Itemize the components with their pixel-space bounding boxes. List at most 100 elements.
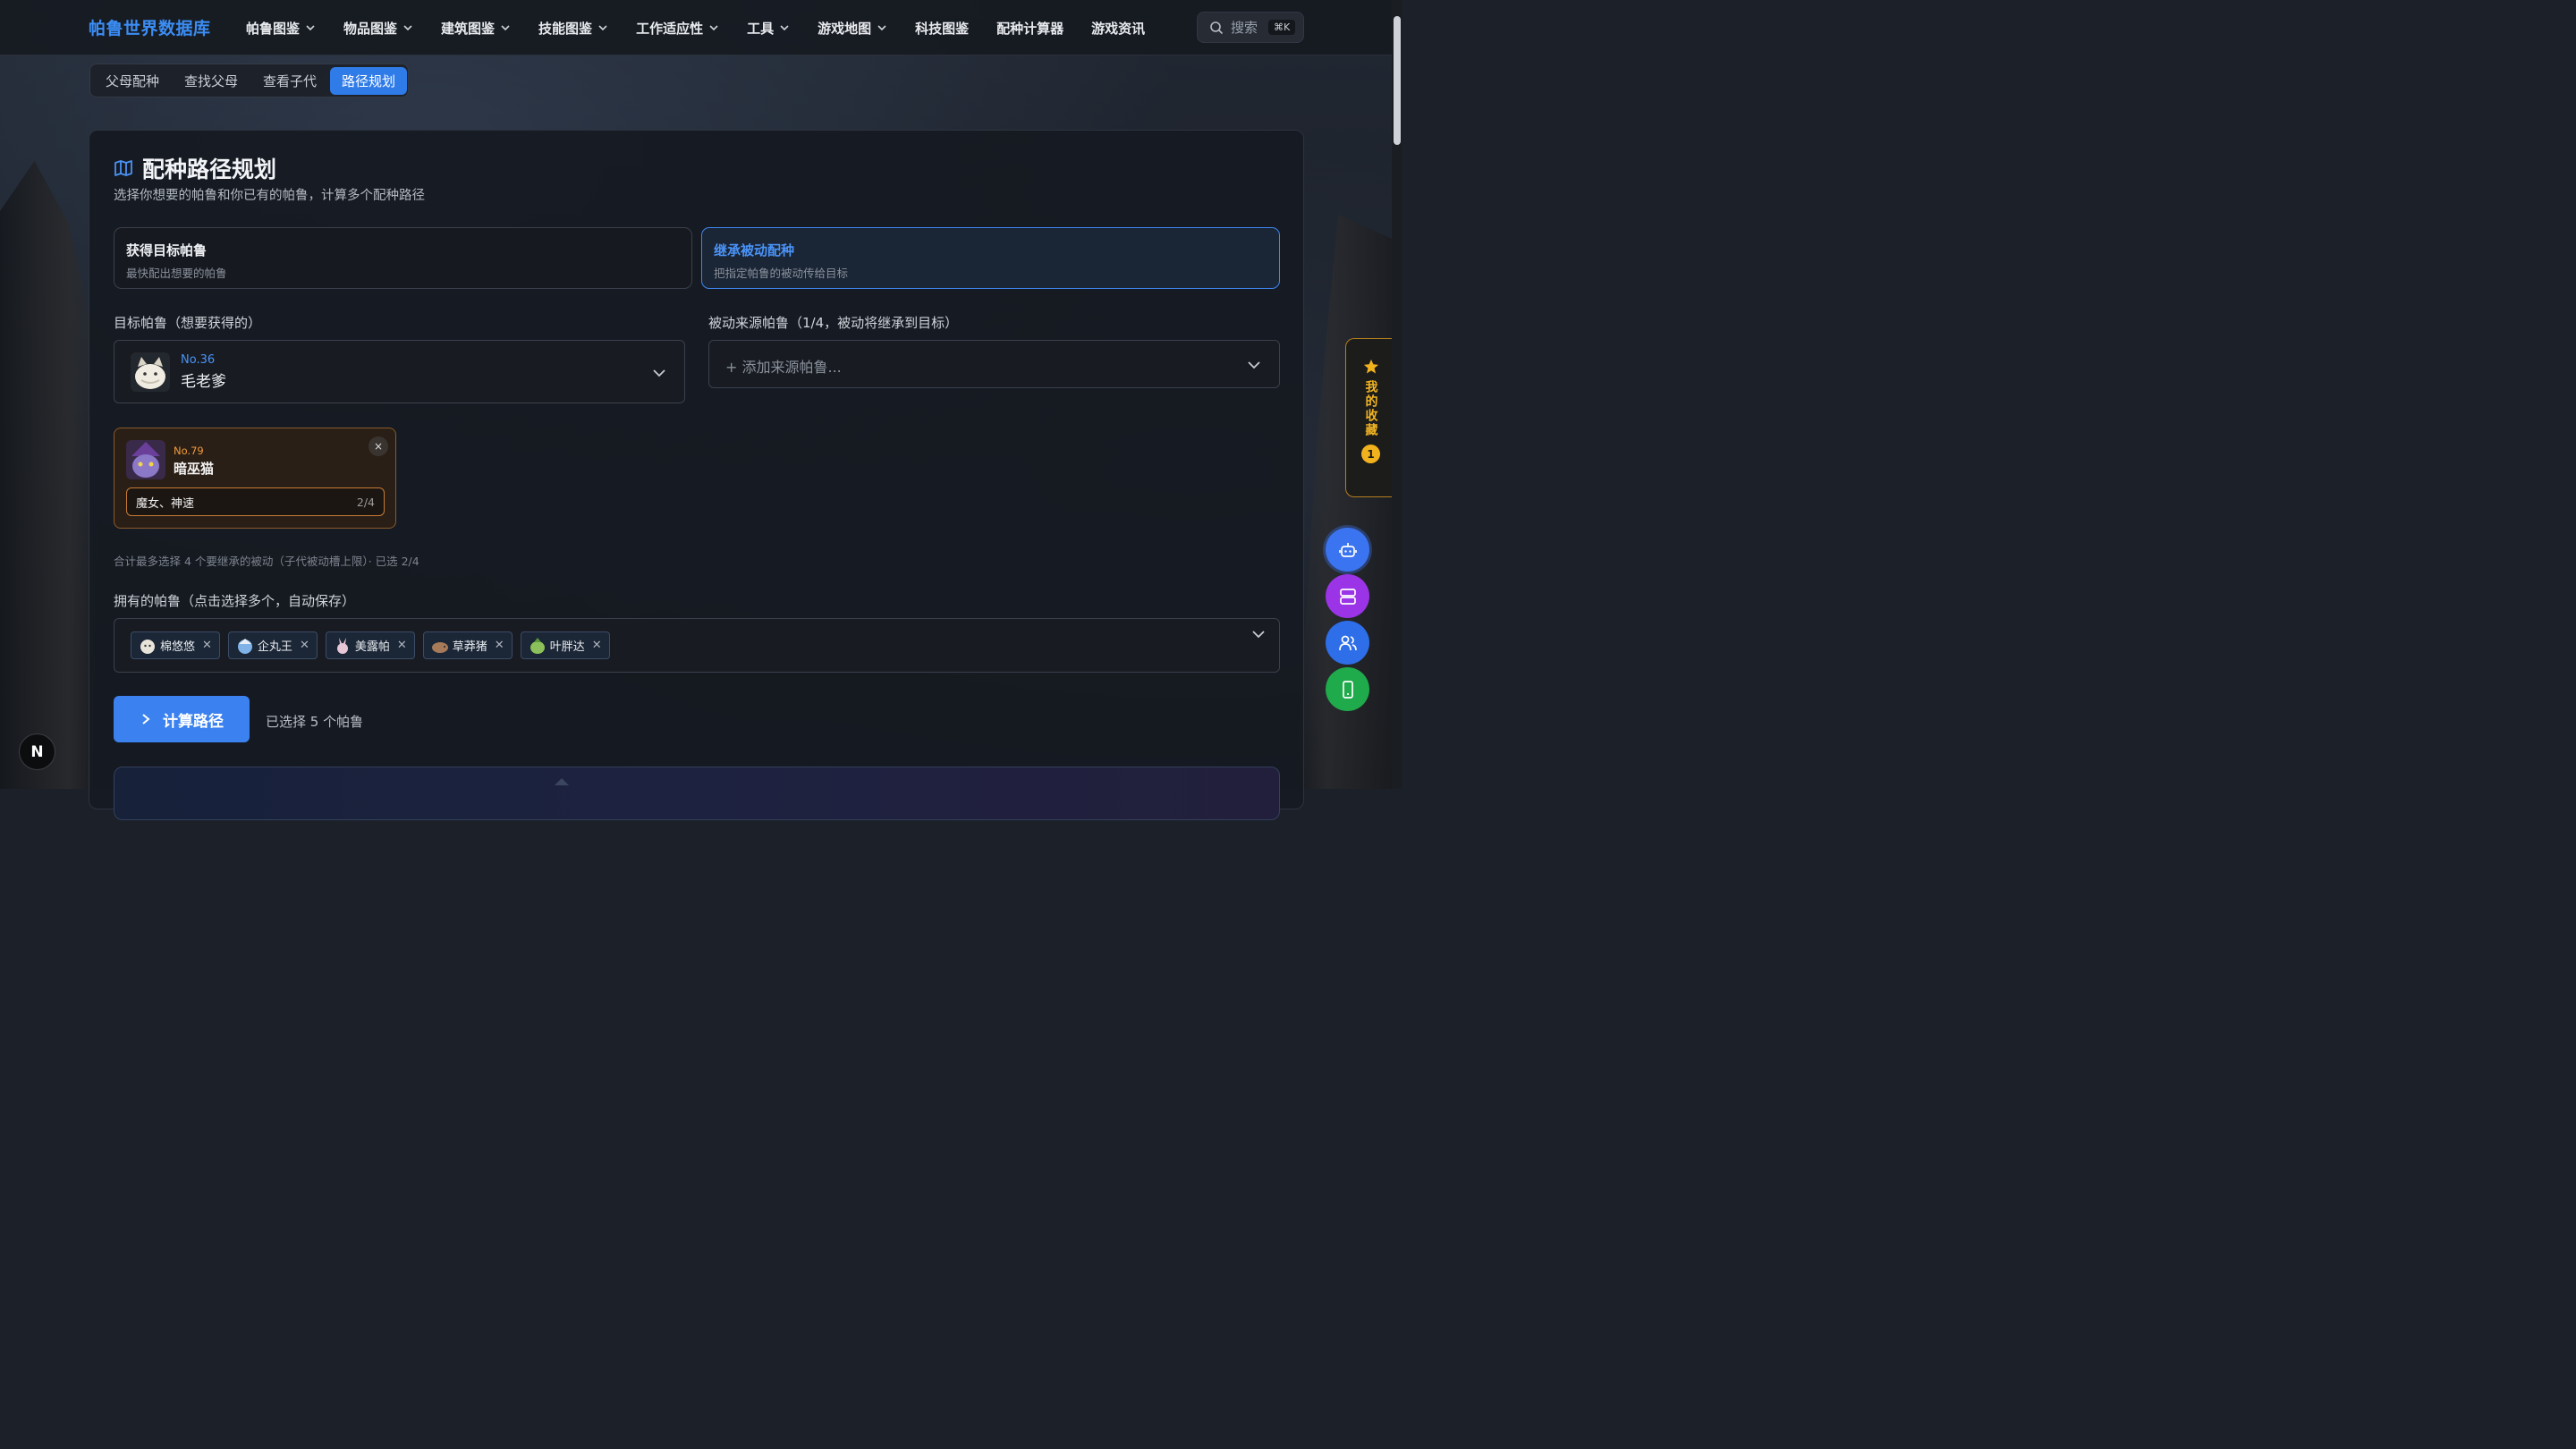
- owned-pal-name: 叶胖达: [549, 640, 585, 654]
- pal-avatar-icon: [140, 639, 155, 654]
- nav-label: 游戏资讯: [1091, 20, 1146, 37]
- owned-pal-chip[interactable]: 美露帕 ✕: [325, 631, 415, 659]
- remove-chip-icon[interactable]: ✕: [592, 639, 602, 652]
- mode-desc: 最快配出想要的帕鲁: [126, 267, 227, 280]
- owned-pal-chip[interactable]: 草莽猪 ✕: [422, 631, 513, 659]
- selected-pal-count: 已选择 5 个帕鲁: [266, 714, 364, 730]
- search-label: 搜索: [1231, 20, 1258, 36]
- map-icon: [114, 160, 132, 176]
- search-shortcut: ⌘K: [1268, 20, 1296, 35]
- nav-label: 物品图鉴: [343, 20, 398, 37]
- source-pal-number: No.79: [174, 445, 204, 457]
- pal-avatar-an-wu-mao: [126, 440, 165, 479]
- remove-chip-icon[interactable]: ✕: [495, 639, 504, 652]
- calculate-path-button[interactable]: 计算路径: [114, 696, 250, 742]
- nav-item-building-dex[interactable]: 建筑图鉴: [441, 19, 511, 38]
- pal-avatar-icon: [530, 637, 545, 654]
- nav-label: 建筑图鉴: [441, 20, 496, 37]
- search-icon: [1210, 21, 1224, 34]
- users-icon: [1338, 635, 1357, 650]
- nav-item-tech-dex[interactable]: 科技图鉴: [915, 19, 969, 38]
- favorites-panel[interactable]: 我的收藏 1: [1345, 338, 1395, 497]
- server-button[interactable]: [1326, 574, 1369, 618]
- ai-assistant-button[interactable]: [1326, 528, 1369, 572]
- source-pal-placeholder: + 添加来源帕鲁...: [725, 359, 842, 376]
- main-nav: 帕鲁图鉴 物品图鉴 建筑图鉴 技能图鉴 工作适应性 工具 游戏地图 科技图鉴 配…: [246, 0, 1173, 55]
- owned-pal-name: 美露帕: [354, 640, 390, 654]
- scrollbar-thumb[interactable]: [1394, 16, 1401, 145]
- owned-pal-chip[interactable]: 叶胖达 ✕: [520, 631, 610, 659]
- owned-pals-select[interactable]: 棉悠悠 ✕ 企丸王 ✕ 美露帕 ✕ 草莽猪 ✕ 叶胖达 ✕: [114, 618, 1280, 673]
- chevron-down-icon: [709, 25, 718, 31]
- remove-chip-icon[interactable]: ✕: [202, 639, 212, 652]
- owned-pal-name: 企丸王: [257, 640, 292, 654]
- chevron-down-icon: [1248, 361, 1260, 369]
- passive-selector[interactable]: 魔女、神速 2/4: [126, 487, 385, 516]
- chevron-down-icon: [598, 25, 607, 31]
- owned-pal-chip[interactable]: 棉悠悠 ✕: [131, 631, 220, 659]
- result-panel: [114, 767, 1280, 820]
- mobile-icon: [1342, 680, 1353, 699]
- mode-get-target[interactable]: 获得目标帕鲁 最快配出想要的帕鲁: [114, 227, 692, 289]
- nav-label: 游戏地图: [818, 20, 872, 37]
- mode-title: 获得目标帕鲁: [126, 242, 208, 258]
- nav-item-skill-dex[interactable]: 技能图鉴: [538, 19, 608, 38]
- title-row: 配种路径规划: [114, 152, 276, 184]
- target-pal-label: 目标帕鲁（想要获得的）: [114, 315, 262, 331]
- caret-up-icon: [555, 778, 569, 785]
- tab-find-parents[interactable]: 查找父母: [173, 67, 250, 95]
- passive-limit-hint: 合计最多选择 4 个要继承的被动（子代被动槽上限）· 已选 2/4: [114, 555, 419, 568]
- mode-title: 继承被动配种: [714, 242, 795, 258]
- mobile-app-button[interactable]: [1326, 667, 1369, 711]
- tab-parent-breeding[interactable]: 父母配种: [94, 67, 171, 95]
- nav-item-tools[interactable]: 工具: [747, 19, 790, 38]
- nav-item-item-dex[interactable]: 物品图鉴: [343, 19, 413, 38]
- pal-avatar-icon: [431, 641, 448, 653]
- passive-list: 魔女、神速: [136, 496, 195, 511]
- chevron-down-icon: [501, 25, 510, 31]
- server-icon: [1339, 588, 1356, 605]
- robot-icon: [1338, 542, 1357, 557]
- path-planning-card: 配种路径规划 选择你想要的帕鲁和你已有的帕鲁，计算多个配种路径 获得目标帕鲁 最…: [89, 130, 1304, 820]
- nav-label: 科技图鉴: [915, 20, 970, 37]
- chevron-down-icon: [877, 25, 886, 31]
- star-icon: [1363, 359, 1378, 374]
- page-scrollbar[interactable]: [1392, 0, 1402, 789]
- target-pal-name: 毛老爹: [181, 372, 226, 391]
- mode-desc: 把指定帕鲁的被动传给目标: [714, 267, 849, 280]
- site-logo[interactable]: 帕鲁世界数据库: [89, 15, 211, 39]
- top-navbar: 帕鲁世界数据库 帕鲁图鉴 物品图鉴 建筑图鉴 技能图鉴 工作适应性 工具 游戏地…: [0, 0, 1402, 55]
- nav-item-game-news[interactable]: 游戏资讯: [1091, 19, 1145, 38]
- nav-label: 工作适应性: [636, 20, 704, 37]
- pal-avatar-mao-lao-die: [131, 352, 170, 392]
- chevron-down-icon: [403, 25, 412, 31]
- nav-item-work-suitability[interactable]: 工作适应性: [636, 19, 719, 38]
- dev-tools-badge[interactable]: N: [19, 733, 55, 770]
- nav-label: 工具: [747, 20, 775, 37]
- search-button[interactable]: 搜索 ⌘K: [1197, 12, 1304, 43]
- target-pal-info: No.36 毛老爹: [181, 353, 226, 391]
- remove-chip-icon[interactable]: ✕: [300, 639, 309, 652]
- favorites-count-badge: 1: [1361, 445, 1380, 463]
- owned-pal-name: 草莽猪: [452, 640, 487, 654]
- nav-item-pal-dex[interactable]: 帕鲁图鉴: [246, 19, 316, 38]
- remove-source-pal-button[interactable]: ×: [369, 436, 388, 456]
- tab-path-planning[interactable]: 路径规划: [330, 66, 408, 95]
- nav-label: 帕鲁图鉴: [246, 20, 301, 37]
- owned-pal-chip[interactable]: 企丸王 ✕: [227, 631, 318, 659]
- nav-item-breeding-calculator[interactable]: 配种计算器: [996, 19, 1063, 38]
- nav-label: 技能图鉴: [538, 20, 593, 37]
- remove-chip-icon[interactable]: ✕: [397, 639, 407, 652]
- source-pal-name: 暗巫猫: [174, 461, 215, 477]
- pal-avatar-icon: [336, 637, 348, 654]
- breeding-tabs: 父母配种 查找父母 查看子代 路径规划: [89, 64, 409, 97]
- community-button[interactable]: [1326, 621, 1369, 665]
- tab-view-offspring[interactable]: 查看子代: [251, 67, 328, 95]
- mode-inherit-passive[interactable]: 继承被动配种 把指定帕鲁的被动传给目标: [701, 227, 1280, 289]
- target-pal-select[interactable]: No.36 毛老爹: [114, 340, 685, 403]
- source-pal-card: No.79 暗巫猫 × 魔女、神速 2/4: [114, 428, 396, 529]
- nav-item-game-map[interactable]: 游戏地图: [818, 19, 887, 38]
- source-pal-select[interactable]: + 添加来源帕鲁...: [708, 340, 1280, 388]
- page-title: 配种路径规划: [142, 157, 277, 182]
- chevron-down-icon: [306, 25, 315, 31]
